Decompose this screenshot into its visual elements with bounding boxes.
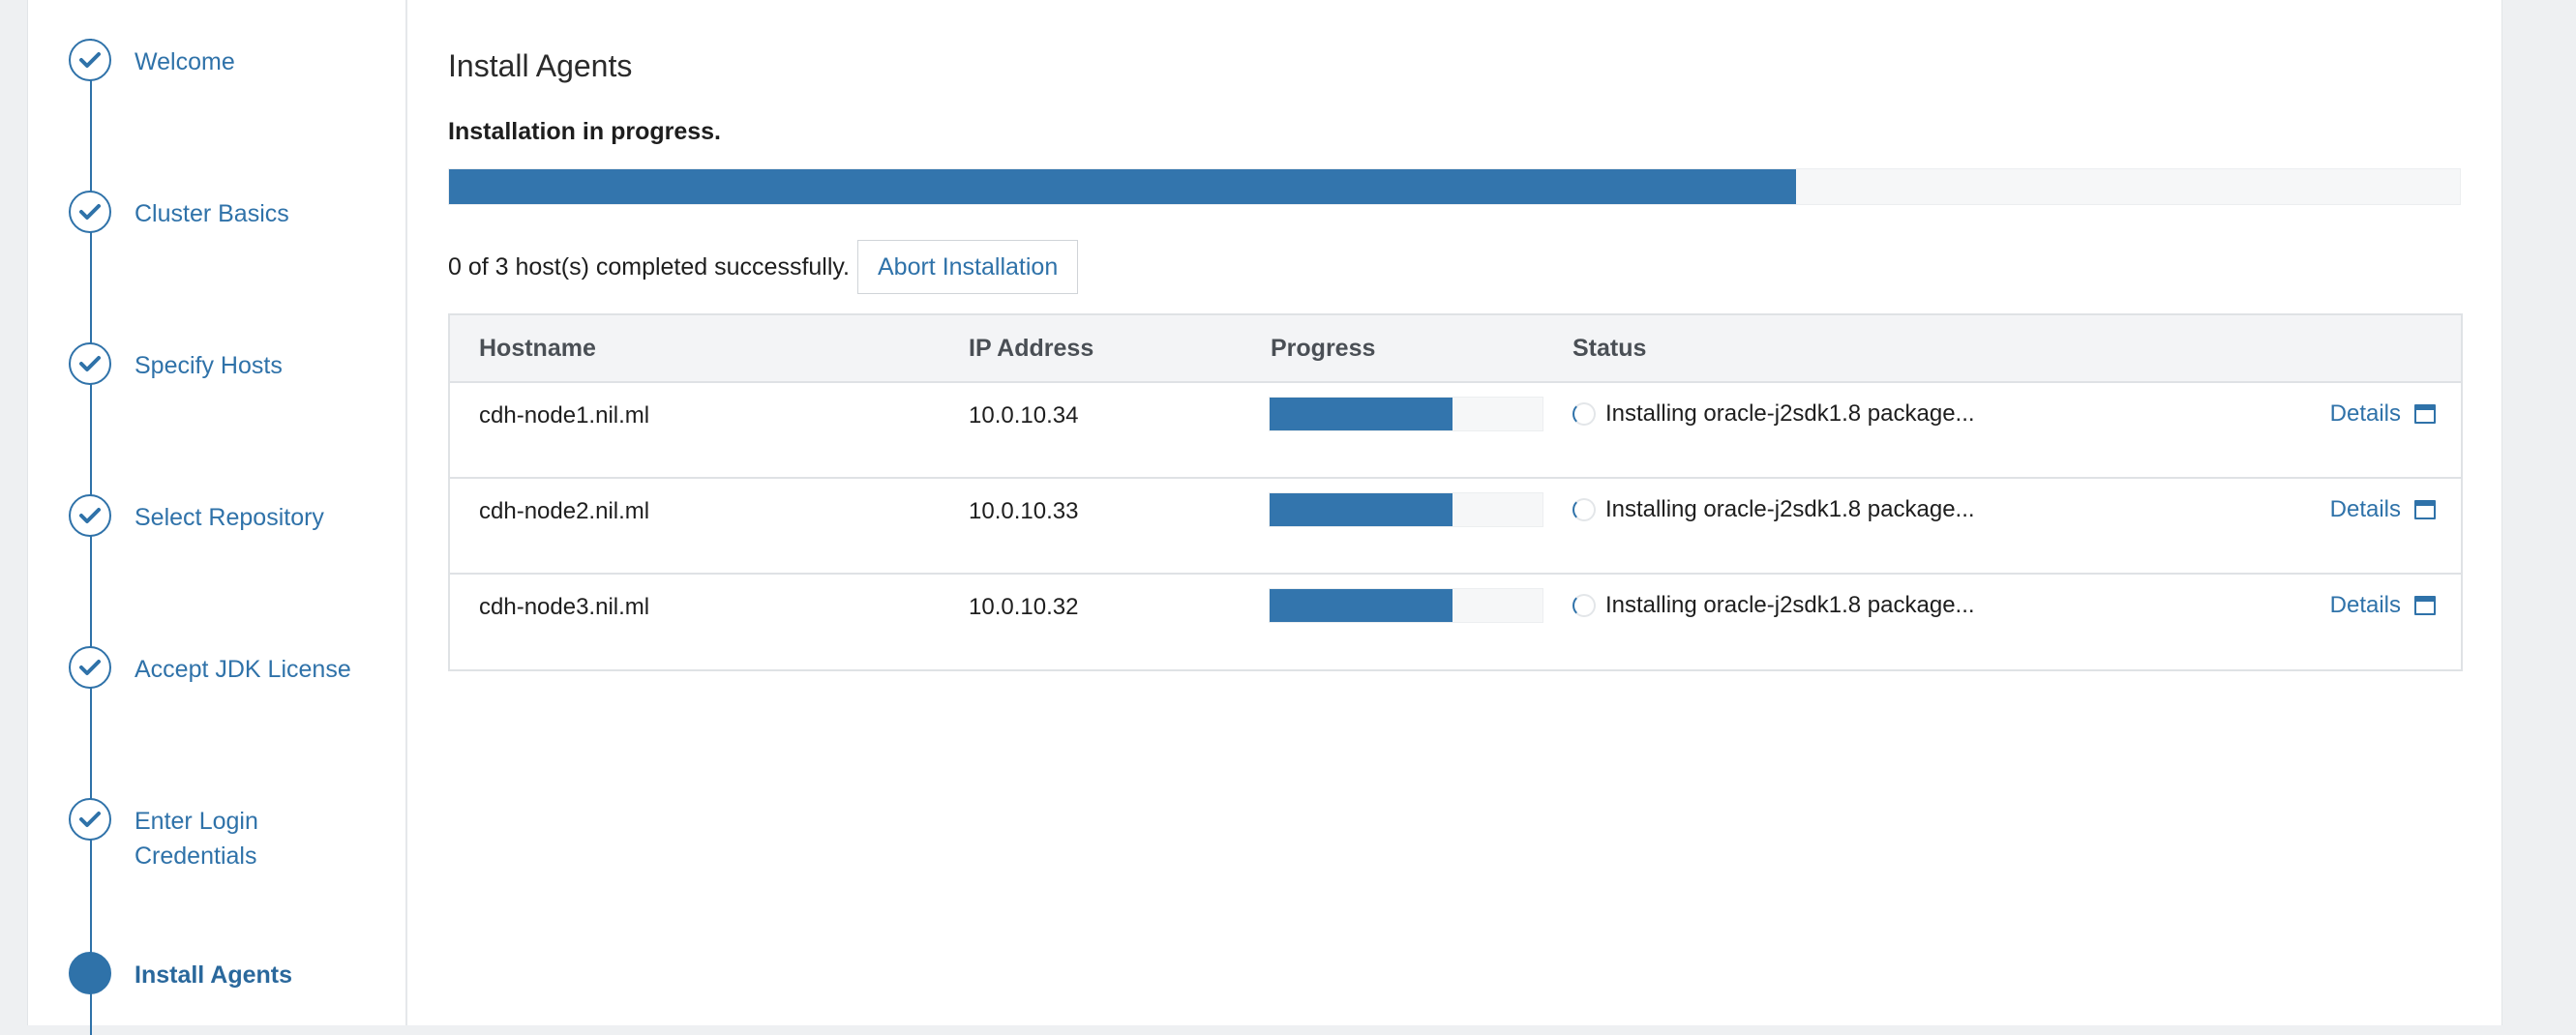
header-ip-address: IP Address <box>969 335 1094 362</box>
spinner-icon <box>1573 594 1596 617</box>
hostname-cell: cdh-node2.nil.ml <box>479 498 650 524</box>
status-cell: Installing oracle-j2sdk1.8 package... <box>1573 400 1975 428</box>
step-install-agents[interactable]: Install Agents <box>69 952 376 994</box>
step-label: Specify Hosts <box>135 352 283 379</box>
details-label: Details <box>2329 496 2401 522</box>
status-label: Installing oracle-j2sdk1.8 package... <box>1605 592 1975 618</box>
installation-status: Installation in progress. <box>448 118 721 145</box>
abort-installation-button[interactable]: Abort Installation <box>857 240 1079 294</box>
check-icon <box>69 342 111 385</box>
current-step-dot-icon <box>69 952 111 994</box>
status-cell: Installing oracle-j2sdk1.8 package... <box>1573 496 1975 523</box>
header-hostname: Hostname <box>479 335 596 362</box>
status-cell: Installing oracle-j2sdk1.8 package... <box>1573 592 1975 619</box>
host-progress-bar <box>1269 588 1543 623</box>
wizard-shell: Welcome Cluster Basics Specify Hosts Sel… <box>27 0 2502 1035</box>
ip-address-cell: 10.0.10.32 <box>969 594 1079 620</box>
overall-progress-fill <box>449 169 1797 204</box>
table-row: cdh-node2.nil.ml 10.0.10.33 Installing o… <box>450 479 2461 575</box>
check-icon <box>69 646 111 689</box>
step-label: Welcome <box>135 48 235 75</box>
step-cluster-basics[interactable]: Cluster Basics <box>69 191 376 233</box>
details-label: Details <box>2329 592 2401 618</box>
details-label: Details <box>2329 400 2401 427</box>
step-label: Select Repository <box>135 504 324 531</box>
window-icon <box>2414 500 2436 519</box>
window-icon <box>2414 596 2436 615</box>
completion-summary: 0 of 3 host(s) completed successfully. <box>448 252 850 281</box>
step-label: Install Agents <box>135 961 292 989</box>
step-label: Accept JDK License <box>135 656 351 683</box>
ip-address-cell: 10.0.10.34 <box>969 402 1079 429</box>
status-label: Installing oracle-j2sdk1.8 package... <box>1605 400 1975 427</box>
step-label: Enter Login Credentials <box>135 808 258 870</box>
ip-address-cell: 10.0.10.33 <box>969 498 1079 524</box>
check-icon <box>69 494 111 537</box>
details-link[interactable]: Details <box>2330 592 2436 619</box>
step-connector-line <box>90 39 92 1035</box>
step-welcome[interactable]: Welcome <box>69 39 376 81</box>
hostname-cell: cdh-node3.nil.ml <box>479 594 650 620</box>
step-enter-login-credentials[interactable]: Enter Login Credentials <box>69 798 376 873</box>
table-header: Hostname IP Address Progress Status <box>450 315 2461 383</box>
header-progress: Progress <box>1271 335 1376 362</box>
step-select-repository[interactable]: Select Repository <box>69 494 376 537</box>
step-accept-jdk-license[interactable]: Accept JDK License <box>69 646 376 689</box>
step-specify-hosts[interactable]: Specify Hosts <box>69 342 376 385</box>
host-progress-fill <box>1270 398 1453 430</box>
check-icon <box>69 191 111 233</box>
overall-progress-bar <box>448 168 2461 205</box>
spinner-icon <box>1573 498 1596 521</box>
hosts-table: Hostname IP Address Progress Status cdh-… <box>448 313 2463 671</box>
header-status: Status <box>1573 335 1647 362</box>
status-label: Installing oracle-j2sdk1.8 package... <box>1605 496 1975 522</box>
details-link[interactable]: Details <box>2330 496 2436 523</box>
host-progress-fill <box>1270 589 1453 622</box>
spinner-icon <box>1573 402 1596 426</box>
details-link[interactable]: Details <box>2330 400 2436 428</box>
page-title: Install Agents <box>448 48 633 83</box>
window-icon <box>2414 404 2436 424</box>
summary-row: 0 of 3 host(s) completed successfully. A… <box>448 240 1079 294</box>
table-row: cdh-node3.nil.ml 10.0.10.32 Installing o… <box>450 575 2461 669</box>
host-progress-bar <box>1269 397 1543 431</box>
host-progress-bar <box>1269 492 1543 527</box>
step-label: Cluster Basics <box>135 200 289 227</box>
host-progress-fill <box>1270 493 1453 526</box>
table-row: cdh-node1.nil.ml 10.0.10.34 Installing o… <box>450 383 2461 479</box>
check-icon <box>69 798 111 841</box>
check-icon <box>69 39 111 81</box>
hostname-cell: cdh-node1.nil.ml <box>479 402 650 429</box>
wizard-step-sidebar: Welcome Cluster Basics Specify Hosts Sel… <box>28 0 407 1035</box>
